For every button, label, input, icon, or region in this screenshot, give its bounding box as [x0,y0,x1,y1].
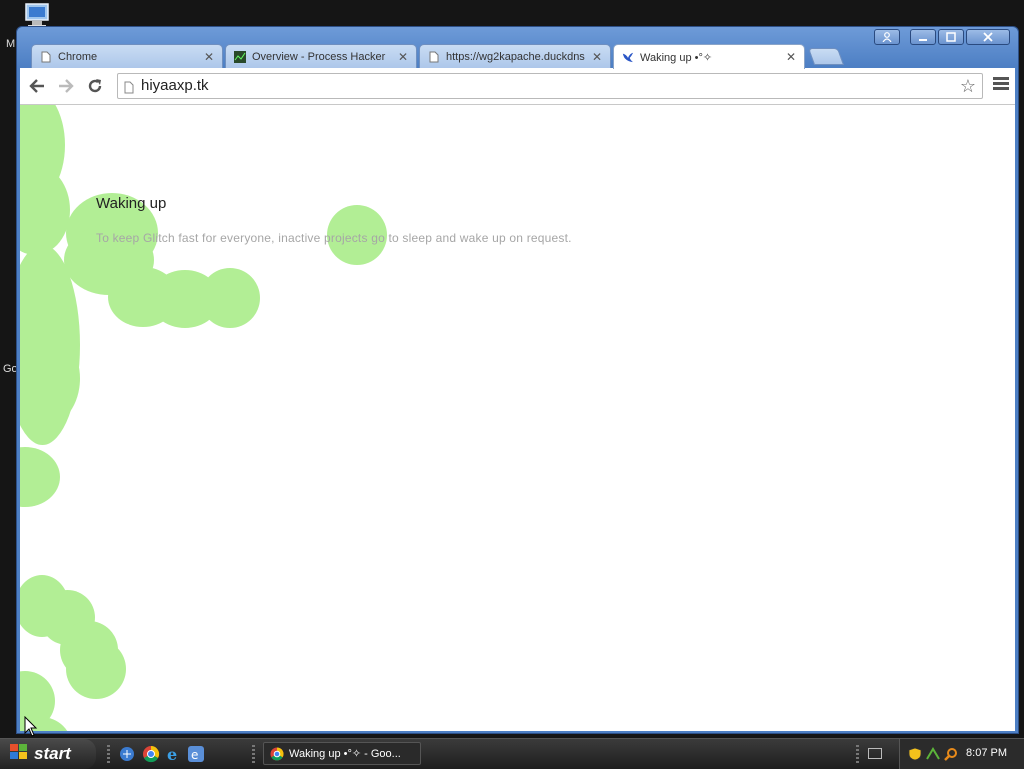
page-icon [428,50,440,64]
chrome-icon[interactable] [142,745,160,763]
close-icon [983,32,993,42]
new-tab-button[interactable] [807,48,845,65]
tab-waking-up[interactable]: Waking up •°✧ ✕ [613,44,805,69]
page-icon [124,79,134,98]
svg-text:e: e [191,748,198,762]
window-controls [874,29,1010,45]
tab-label: Overview - Process Hacker [252,50,386,63]
maximize-icon [946,32,956,42]
bird-icon [622,50,634,64]
address-text: hiyaaxp.tk [141,77,209,94]
tab-duckdns[interactable]: https://wg2kapache.duckdns ✕ [419,44,611,68]
process-hacker-icon [234,50,246,64]
tab-label: https://wg2kapache.duckdns [446,50,585,63]
taskbar-grip[interactable] [856,745,859,763]
tab-label: Waking up •°✧ [640,51,713,64]
page-subtitle: To keep Glitch fast for everyone, inacti… [96,231,572,245]
tab-close-icon[interactable]: ✕ [592,50,602,64]
tab-close-icon[interactable]: ✕ [398,50,408,64]
tab-close-icon[interactable]: ✕ [204,50,214,64]
reload-icon [88,79,102,93]
clock: 8:07 PM [966,747,1007,759]
windows-flag-icon [10,743,28,765]
start-label: start [34,744,71,763]
svg-text:e: e [167,745,177,763]
page-icon [40,50,52,64]
decorative-blob [20,447,60,507]
tab-close-icon[interactable]: ✕ [786,50,796,64]
minimize-button[interactable] [910,29,936,45]
taskbar: start e e Waking up •°✧ - Goo... 8:07 PM [0,738,1024,769]
address-bar[interactable]: hiyaaxp.tk ☆ [117,73,983,99]
close-window-button[interactable] [966,29,1010,45]
system-tray: 8:07 PM [899,739,1024,769]
decorative-blob [200,268,260,328]
profile-button[interactable] [874,29,900,45]
taskbar-grip[interactable] [252,745,255,763]
decorative-blob [66,639,126,699]
reload-button[interactable] [84,75,106,97]
back-arrow-icon [29,79,44,93]
taskbar-window-button[interactable]: Waking up •°✧ - Goo... [263,742,421,765]
start-button[interactable]: start [0,739,96,769]
decorative-blob [20,165,70,255]
maximize-button[interactable] [938,29,964,45]
bookmark-star-icon[interactable]: ☆ [960,76,976,97]
tab-label: Chrome [58,50,98,63]
menu-icon[interactable] [993,75,1009,95]
desktop-label-top: M [6,38,16,50]
tab-process-hacker[interactable]: Overview - Process Hacker ✕ [225,44,417,68]
back-button[interactable] [26,75,48,97]
tab-chrome[interactable]: Chrome ✕ [31,44,223,68]
toolbar: hiyaaxp.tk ☆ [20,68,1015,105]
chrome-icon [270,747,284,760]
mouse-cursor-icon [24,716,38,737]
internet-explorer-icon[interactable]: e [165,745,183,764]
page-viewport: Waking up To keep Glitch fast for everyo… [20,105,1015,731]
forward-arrow-icon [59,79,74,93]
page-title: Waking up [96,195,167,212]
security-shield-icon[interactable] [908,746,922,761]
show-desktop-icon[interactable] [118,745,136,763]
chrome-window: Chrome ✕ Overview - Process Hacker ✕ htt… [16,26,1019,734]
search-icon[interactable] [944,746,958,761]
edge-icon[interactable]: e [187,745,205,763]
minimize-icon [919,39,927,41]
network-icon[interactable] [926,746,940,760]
taskbar-window-label: Waking up •°✧ - Goo... [289,748,401,760]
keyboard-icon[interactable] [868,748,882,759]
forward-button[interactable] [55,75,77,97]
taskbar-grip[interactable] [107,745,110,763]
profile-icon [882,32,892,42]
